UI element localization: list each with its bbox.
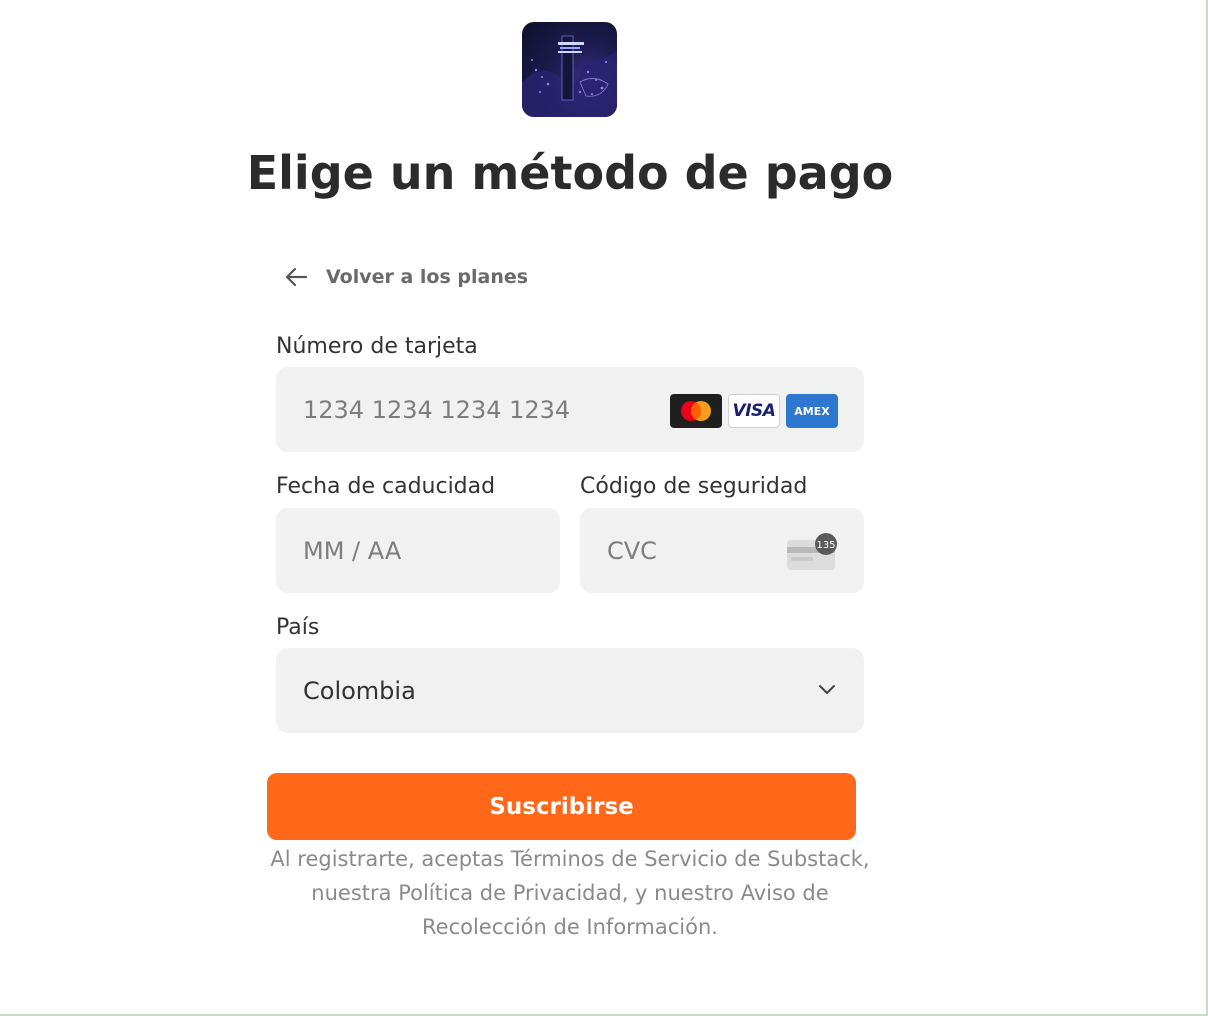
- subscribe-button[interactable]: Suscribirse: [267, 773, 856, 840]
- back-to-plans-link[interactable]: Volver a los planes: [282, 262, 528, 292]
- cvc-input[interactable]: [607, 536, 787, 565]
- card-brands: VISA AMEX: [670, 394, 838, 428]
- chevron-down-icon: [819, 685, 835, 694]
- arrow-left-icon: [285, 267, 308, 287]
- visa-icon: VISA: [728, 394, 780, 428]
- country-select[interactable]: Colombia: [276, 648, 864, 733]
- privacy-link[interactable]: Política de Privacidad: [398, 881, 621, 905]
- country-label: País: [276, 615, 320, 640]
- legal-notice: Al registrarte, aceptas Términos de Serv…: [270, 847, 870, 939]
- publication-logo: [522, 22, 617, 117]
- card-number-label: Número de tarjeta: [276, 334, 478, 359]
- cvc-field[interactable]: 135: [580, 508, 864, 593]
- cvc-label: Código de seguridad: [580, 474, 808, 499]
- cvc-card-icon: 135: [787, 533, 837, 570]
- terms-link[interactable]: Términos de Servicio: [511, 847, 728, 871]
- back-link-label: Volver a los planes: [326, 266, 529, 288]
- svg-text:135: 135: [816, 540, 835, 551]
- expiry-input[interactable]: [303, 536, 560, 565]
- expiry-label: Fecha de caducidad: [276, 474, 496, 499]
- country-value: Colombia: [303, 676, 416, 705]
- expiry-field[interactable]: [276, 508, 560, 593]
- card-number-field[interactable]: VISA AMEX: [276, 367, 864, 452]
- mastercard-icon: [670, 394, 722, 428]
- page-title: Elige un método de pago: [246, 146, 894, 200]
- amex-icon: AMEX: [786, 394, 838, 428]
